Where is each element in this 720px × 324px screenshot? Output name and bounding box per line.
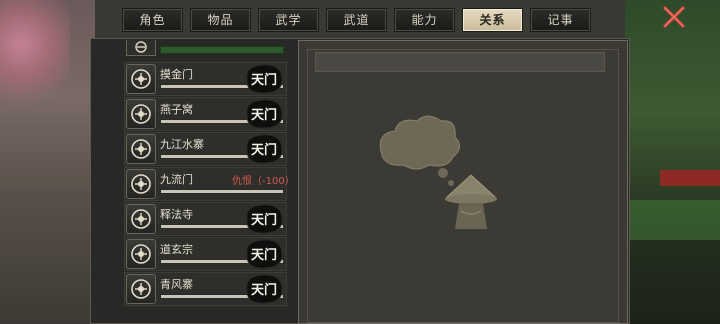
tab-bar: 角色 物品 武学 武道 能力 关系 记事 <box>122 8 591 32</box>
sealed-gate-icon: 天门 <box>243 203 285 235</box>
sect-name: 九江水寨 <box>160 138 204 151</box>
background-blossom <box>0 0 70 110</box>
seal-text: 天门 <box>251 72 277 88</box>
sealed-gate-icon: 天门 <box>243 273 285 305</box>
relation-bar-partial <box>160 46 284 54</box>
sect-emblem-icon <box>126 169 156 199</box>
relation-bar <box>160 189 284 194</box>
sect-emblem-icon <box>135 41 147 53</box>
tab-martial-way[interactable]: 武道 <box>326 8 387 32</box>
sect-name: 青风寨 <box>160 278 193 291</box>
empty-thought-illustration <box>379 115 497 229</box>
sect-emblem-icon <box>126 64 156 94</box>
background-roof <box>660 170 720 186</box>
close-button[interactable] <box>660 5 688 29</box>
sect-name: 释法寺 <box>160 208 193 221</box>
close-x-icon <box>663 6 685 28</box>
tab-abilities[interactable]: 能力 <box>394 8 455 32</box>
sealed-gate-icon: 天门 <box>243 133 285 165</box>
seal-text: 天门 <box>251 212 277 228</box>
sect-emblem-icon <box>126 274 156 304</box>
detail-header <box>315 52 605 72</box>
sect-emblem-icon <box>126 204 156 234</box>
background-foliage <box>630 200 720 240</box>
tab-journal[interactable]: 记事 <box>530 8 591 32</box>
detail-panel <box>298 40 628 324</box>
sect-name: 燕子窝 <box>160 103 193 116</box>
seal-text: 天门 <box>251 142 277 158</box>
tab-relations[interactable]: 关系 <box>462 8 523 32</box>
seal-text: 天门 <box>251 247 277 263</box>
sect-status: 仇恨（-100） <box>232 176 295 187</box>
sect-name: 九流门 <box>160 173 193 186</box>
sealed-gate-icon: 天门 <box>243 238 285 270</box>
seal-text: 天门 <box>251 107 277 123</box>
sealed-gate-icon: 天门 <box>243 63 285 95</box>
sect-emblem-icon <box>126 239 156 269</box>
sealed-gate-icon: 天门 <box>243 98 285 130</box>
tab-character[interactable]: 角色 <box>122 8 183 32</box>
tab-martial-arts[interactable]: 武学 <box>258 8 319 32</box>
sect-name: 道玄宗 <box>160 243 193 256</box>
tab-items[interactable]: 物品 <box>190 8 251 32</box>
seal-text: 天门 <box>251 282 277 298</box>
background-right <box>625 0 720 324</box>
sect-icon-partial <box>126 40 156 56</box>
sect-emblem-icon <box>126 99 156 129</box>
sect-name: 摸金门 <box>160 68 193 81</box>
sect-emblem-icon <box>126 134 156 164</box>
